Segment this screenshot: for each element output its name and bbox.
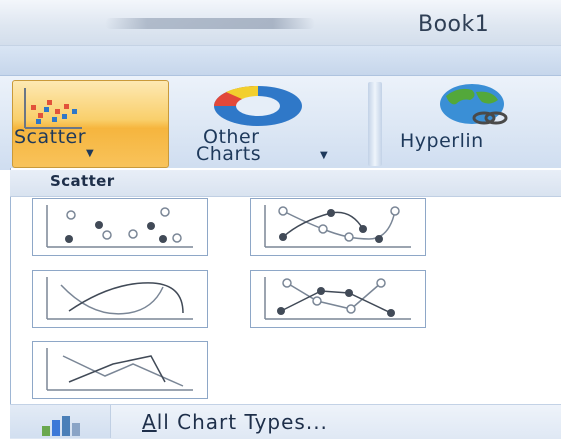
scatter-dropdown-arrow: ▼	[86, 148, 94, 159]
scatter-smooth-lines-markers-tile[interactable]	[250, 198, 426, 256]
scatter-smooth-lines-icon	[46, 277, 193, 320]
all-chart-types-accelerator: A	[142, 410, 157, 434]
scatter-straight-lines-markers-icon	[264, 277, 411, 320]
scatter-straight-lines-tile[interactable]	[32, 341, 208, 399]
globe-hyperlink-icon	[440, 84, 508, 125]
ribbon-group-separator	[368, 82, 382, 166]
ribbon-tab-strip	[0, 46, 561, 76]
doughnut-chart-icon	[214, 85, 302, 126]
all-chart-types-menu-item[interactable]: All Chart Types...	[142, 410, 328, 434]
window-title: Book1	[418, 12, 490, 37]
blurred-title-text	[105, 18, 315, 29]
scatter-markers-only-icon	[46, 205, 193, 248]
all-chart-types-label: ll Chart Types...	[156, 410, 328, 434]
scatter-smooth-lines-markers-icon	[264, 205, 411, 248]
hyperlink-label: Hyperlin	[400, 130, 484, 152]
scatter-button-label: Scatter	[14, 126, 87, 148]
scatter-straight-lines-markers-tile[interactable]	[250, 270, 426, 328]
bar-chart-icon	[42, 416, 80, 436]
other-charts-dropdown-arrow: ▼	[320, 150, 328, 161]
other-charts-label-line2: Charts	[196, 143, 262, 165]
scatter-straight-lines-icon	[46, 348, 193, 391]
menu-section-title: Scatter	[50, 172, 115, 190]
scatter-smooth-lines-tile[interactable]	[32, 270, 208, 328]
scatter-markers-only-tile[interactable]	[32, 198, 208, 256]
